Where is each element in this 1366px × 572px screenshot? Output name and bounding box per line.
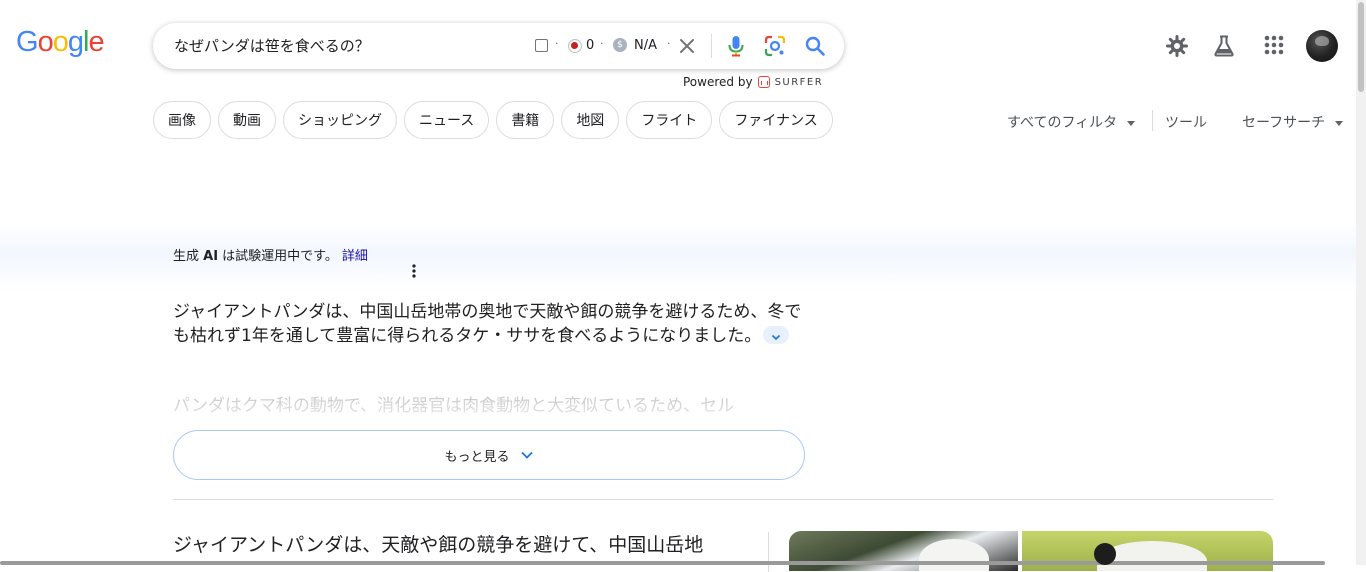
chip-finance[interactable]: ファイナンス bbox=[719, 101, 833, 139]
ai-notice-ai: AI bbox=[203, 249, 219, 264]
ai-answer-text: ジャイアントパンダは、中国山岳地帯の奥地で天敵や餌の競争を避けるため、冬でも枯れ… bbox=[173, 302, 802, 346]
tools-label: ツール bbox=[1165, 115, 1207, 131]
safe-search-dropdown[interactable]: セーフサーチ bbox=[1242, 112, 1344, 132]
surfer-value: N/A bbox=[634, 38, 657, 53]
record-dot-icon bbox=[568, 39, 582, 53]
google-logo[interactable]: Google bbox=[16, 26, 105, 58]
logo-letter: g bbox=[67, 26, 84, 58]
snippet-divider bbox=[768, 532, 769, 572]
search-type-chips: 画像 動画 ショッピング ニュース 書籍 地図 フライト ファイナンス bbox=[153, 101, 833, 139]
microphone-icon[interactable] bbox=[726, 35, 746, 61]
horizontal-scrollbar[interactable] bbox=[0, 561, 1325, 565]
vertical-scrollbar[interactable] bbox=[1356, 0, 1366, 565]
show-more-label: もっと見る bbox=[444, 449, 510, 465]
chip-images[interactable]: 画像 bbox=[153, 101, 211, 139]
tools-button[interactable]: ツール bbox=[1165, 112, 1207, 132]
search-divider bbox=[711, 34, 712, 58]
scrollbar-thumb[interactable] bbox=[1358, 2, 1364, 92]
chip-maps[interactable]: 地図 bbox=[561, 101, 620, 139]
safe-search-label: セーフサーチ bbox=[1242, 115, 1326, 131]
lens-camera-icon[interactable] bbox=[764, 35, 786, 61]
powered-by-label: Powered by bbox=[683, 75, 753, 89]
search-box[interactable]: なぜパンダは笹を食べるの？ · 0 · $ N/A · bbox=[153, 23, 844, 69]
ai-notice-suffix: は試験運用中です。 bbox=[218, 249, 338, 264]
powered-by-surfer[interactable]: Powered by SURFER bbox=[683, 75, 823, 89]
search-input[interactable]: なぜパンダは笹を食べるの？ bbox=[174, 35, 370, 56]
panda-image-thumbnail[interactable] bbox=[1022, 531, 1273, 571]
labs-flask-icon[interactable] bbox=[1212, 34, 1236, 62]
caret-down-icon bbox=[1335, 120, 1344, 126]
separator-dot: · bbox=[600, 37, 604, 50]
surfer-logo-icon bbox=[757, 76, 770, 88]
logo-letter: o bbox=[52, 26, 69, 58]
tools-divider bbox=[1152, 110, 1153, 131]
details-link[interactable]: 詳細 bbox=[342, 249, 368, 264]
caret-down-icon bbox=[1127, 120, 1136, 126]
expand-answer-chevron-icon[interactable] bbox=[763, 326, 790, 344]
search-icon[interactable] bbox=[804, 35, 826, 61]
chip-news[interactable]: ニュース bbox=[404, 101, 490, 139]
apps-grid-icon[interactable] bbox=[1263, 34, 1285, 60]
all-filters-label: すべてのフィルタ bbox=[1007, 115, 1118, 131]
surfer-brand: SURFER bbox=[774, 76, 824, 88]
panda-image-thumbnail[interactable] bbox=[789, 531, 1018, 571]
ai-experimental-notice: 生成 AI は試験運用中です。 詳細 bbox=[173, 245, 368, 264]
separator-dot: · bbox=[667, 37, 671, 50]
chip-shopping[interactable]: ショッピング bbox=[283, 101, 397, 139]
settings-icon[interactable] bbox=[1165, 34, 1189, 62]
featured-snippet-text: ジャイアントパンダは、天敵や餌の競争を避けて、中国山岳地 bbox=[173, 534, 704, 556]
separator-dot: · bbox=[555, 37, 559, 50]
logo-letter: G bbox=[16, 26, 39, 58]
account-avatar[interactable] bbox=[1306, 30, 1338, 62]
logo-letter: e bbox=[88, 26, 104, 58]
chevron-down-icon bbox=[520, 451, 533, 459]
dollar-icon: $ bbox=[613, 38, 627, 52]
logo-letter: o bbox=[37, 26, 54, 58]
chip-flights[interactable]: フライト bbox=[626, 101, 713, 139]
more-options-icon[interactable] bbox=[411, 263, 417, 283]
chip-books[interactable]: 書籍 bbox=[496, 101, 555, 139]
surfer-checkbox[interactable] bbox=[535, 39, 548, 52]
chip-videos[interactable]: 動画 bbox=[218, 101, 276, 139]
all-filters-dropdown[interactable]: すべてのフィルタ bbox=[1007, 112, 1136, 132]
show-more-button[interactable]: もっと見る bbox=[173, 430, 805, 480]
section-divider bbox=[173, 499, 1273, 500]
surfer-count: 0 bbox=[586, 38, 595, 53]
ai-answer: ジャイアントパンダは、中国山岳地帯の奥地で天敵や餌の競争を避けるため、冬でも枯れ… bbox=[173, 300, 805, 348]
close-icon[interactable] bbox=[678, 37, 696, 59]
ai-notice-prefix: 生成 bbox=[173, 249, 204, 264]
